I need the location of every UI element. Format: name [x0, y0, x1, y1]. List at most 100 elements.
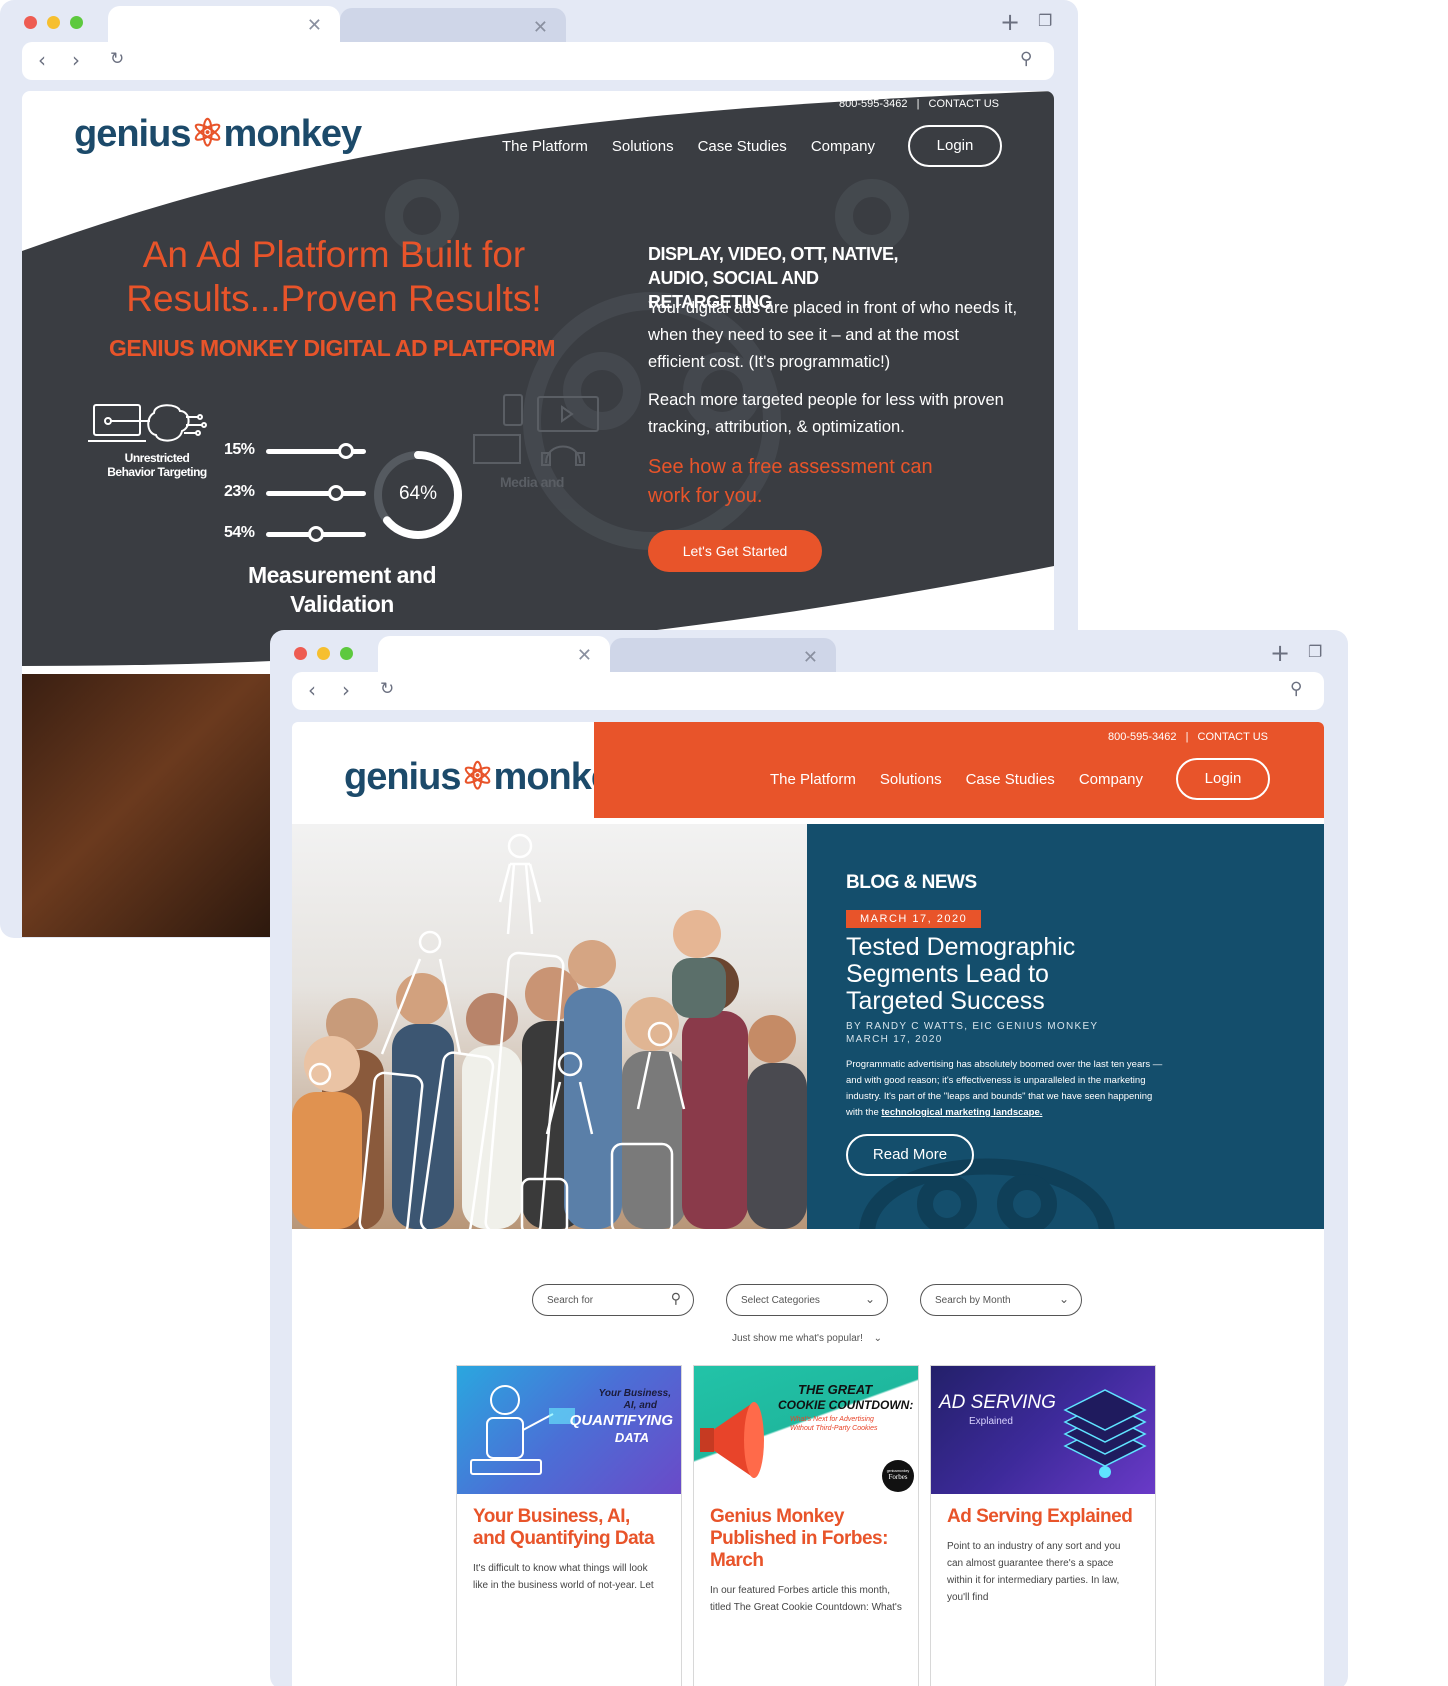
card-2-caption-4: Without Third-Party Cookies	[790, 1425, 878, 1432]
utility-bar: 800-595-3462 | CONTACT US	[839, 98, 999, 110]
atom-icon: ⚛	[460, 756, 494, 798]
new-tab-icon[interactable]: +	[1000, 10, 1020, 34]
front-inactive-tab[interactable]: ✕	[610, 638, 836, 676]
date-badge: MARCH 17, 2020	[846, 910, 982, 928]
close-dot[interactable]	[24, 16, 37, 29]
back-arrow-icon[interactable]: ‹	[38, 50, 46, 70]
login-button[interactable]: Login	[908, 125, 1002, 167]
back-address-bar[interactable]: ‹ › ↻ ⚲	[22, 42, 1054, 80]
reload-icon[interactable]: ↻	[380, 681, 394, 698]
front-active-tab[interactable]: ✕	[378, 636, 610, 674]
assessment-cta-text: See how a free assessment can work for y…	[648, 456, 933, 507]
nav-solutions[interactable]: Solutions	[612, 138, 674, 155]
forward-arrow-icon[interactable]: ›	[342, 680, 350, 700]
close-tab-icon[interactable]: ✕	[577, 645, 592, 666]
front-page: genius⚛monkey 800-595-3462 | CONTACT US …	[292, 722, 1324, 1686]
gauge-value: 64%	[398, 483, 438, 504]
logo-text-left: genius	[344, 756, 461, 798]
slider-knob	[308, 526, 324, 542]
card-2-caption-1: THE GREAT	[798, 1382, 873, 1397]
nav-company[interactable]: Company	[1079, 771, 1143, 788]
back-arrow-icon[interactable]: ‹	[308, 680, 316, 700]
nav-case-studies[interactable]: Case Studies	[698, 138, 787, 155]
card-3-caption-1: AD SERVING	[939, 1392, 1056, 1413]
main-nav: The Platform Solutions Case Studies Comp…	[770, 771, 1143, 788]
phone-number[interactable]: 800-595-3462	[1108, 731, 1177, 743]
feature-byline: BY RANDY C WATTS, EIC GENIUS MONKEY	[846, 1021, 1099, 1032]
utility-separator: |	[1185, 731, 1189, 743]
card-image-quantifying-data: Your Business, AI, and QUANTIFYING DATA	[457, 1366, 681, 1494]
feature-title[interactable]: Tested Demographic Segments Lead to Targ…	[846, 934, 1136, 1015]
back-active-tab[interactable]: ✕	[108, 6, 340, 44]
nav-company[interactable]: Company	[811, 138, 875, 155]
card-image-cookie-countdown: THE GREAT COOKIE COUNTDOWN: What's Next …	[694, 1366, 918, 1494]
slider-label-3: 54%	[224, 524, 255, 541]
login-button[interactable]: Login	[1176, 758, 1270, 800]
feature-byline-date: MARCH 17, 2020	[846, 1034, 943, 1045]
hero-paragraph-1: Your digital ads are placed in front of …	[648, 299, 1018, 371]
close-dot[interactable]	[294, 647, 307, 660]
nav-the-platform[interactable]: The Platform	[770, 771, 856, 788]
restore-window-icon[interactable]: ❐	[1038, 13, 1052, 29]
category-select[interactable]: Select Categories ⌄	[726, 1284, 888, 1316]
card-1-excerpt: It's difficult to know what things will …	[473, 1563, 654, 1591]
card-1-caption-4: DATA	[614, 1430, 649, 1445]
close-tab-icon[interactable]: ✕	[803, 647, 818, 668]
blog-card-3[interactable]: AD SERVING Explained Ad Serving Explaine…	[930, 1365, 1156, 1686]
restore-window-icon[interactable]: ❐	[1308, 644, 1322, 660]
nav-solutions[interactable]: Solutions	[880, 771, 942, 788]
search-placeholder: Search for	[547, 1295, 594, 1306]
month-select[interactable]: Search by Month ⌄	[920, 1284, 1082, 1316]
reload-icon[interactable]: ↻	[110, 51, 124, 68]
media-devices-icon	[473, 394, 599, 466]
card-1-title[interactable]: Your Business, AI, and Quantifying Data	[457, 1494, 681, 1550]
chevron-down-icon: ⌄	[864, 1292, 875, 1306]
card-1-caption-3: QUANTIFYING	[569, 1412, 673, 1429]
hero-headline: An Ad Platform Built for Results...Prove…	[126, 234, 542, 319]
card-image-ad-serving: AD SERVING Explained	[931, 1366, 1155, 1494]
zoom-dot[interactable]	[70, 16, 83, 29]
atom-icon: ⚛	[190, 113, 224, 155]
laptop-brain-icon	[88, 404, 207, 442]
search-icon[interactable]: ⚲	[1020, 51, 1032, 68]
back-lower-photo	[22, 674, 282, 937]
close-tab-icon[interactable]: ✕	[533, 17, 548, 38]
popular-toggle[interactable]: Just show me what's popular! ⌄	[732, 1333, 882, 1344]
slider-label-1: 15%	[224, 441, 255, 458]
feature-excerpt-link[interactable]: technological marketing landscape.	[881, 1107, 1042, 1118]
zoom-dot[interactable]	[340, 647, 353, 660]
forward-arrow-icon[interactable]: ›	[72, 50, 80, 70]
card-3-title[interactable]: Ad Serving Explained	[931, 1494, 1155, 1528]
nav-case-studies[interactable]: Case Studies	[966, 771, 1055, 788]
front-address-bar[interactable]: ‹ › ↻ ⚲	[292, 672, 1324, 710]
blog-search-input[interactable]: Search for ⚲	[532, 1284, 694, 1316]
phone-number[interactable]: 800-595-3462	[839, 98, 908, 110]
site-logo[interactable]: genius⚛monkey	[344, 754, 632, 799]
feature-excerpt: Programmatic advertising has absolutely …	[846, 1057, 1166, 1121]
back-inactive-tab[interactable]: ✕	[340, 8, 566, 46]
new-tab-icon[interactable]: +	[1270, 641, 1290, 665]
search-icon[interactable]: ⚲	[1290, 681, 1302, 698]
utility-separator: |	[916, 98, 920, 110]
blog-card-2[interactable]: THE GREAT COOKIE COUNTDOWN: What's Next …	[693, 1365, 919, 1686]
contact-us-link[interactable]: CONTACT US	[1198, 731, 1269, 743]
card-2-caption-3: What's Next for Advertising	[790, 1416, 874, 1423]
logo-text-left: genius	[74, 113, 191, 155]
minimize-dot[interactable]	[317, 647, 330, 660]
forbes-badge: geniusmonkey Forbes	[882, 1460, 914, 1492]
chevron-down-icon: ⌄	[873, 1333, 883, 1344]
blog-card-1[interactable]: Your Business, AI, and QUANTIFYING DATA …	[456, 1365, 682, 1686]
behavior-targeting-label: Unrestricted Behavior Targeting	[107, 451, 207, 479]
hero-people-photo	[292, 824, 807, 1229]
minimize-dot[interactable]	[47, 16, 60, 29]
measurement-label: Measurement and Validation	[247, 562, 437, 617]
card-2-title[interactable]: Genius Monkey Published in Forbes: March	[694, 1494, 918, 1572]
read-more-button[interactable]: Read More	[846, 1134, 974, 1176]
section-heading: BLOG & NEWS	[846, 872, 977, 893]
lets-get-started-button[interactable]: Let's Get Started	[648, 530, 822, 572]
contact-us-link[interactable]: CONTACT US	[929, 98, 1000, 110]
popular-toggle-label: Just show me what's popular!	[732, 1333, 863, 1344]
site-logo[interactable]: genius⚛monkey	[74, 111, 362, 156]
close-tab-icon[interactable]: ✕	[307, 15, 322, 36]
nav-the-platform[interactable]: The Platform	[502, 138, 588, 155]
